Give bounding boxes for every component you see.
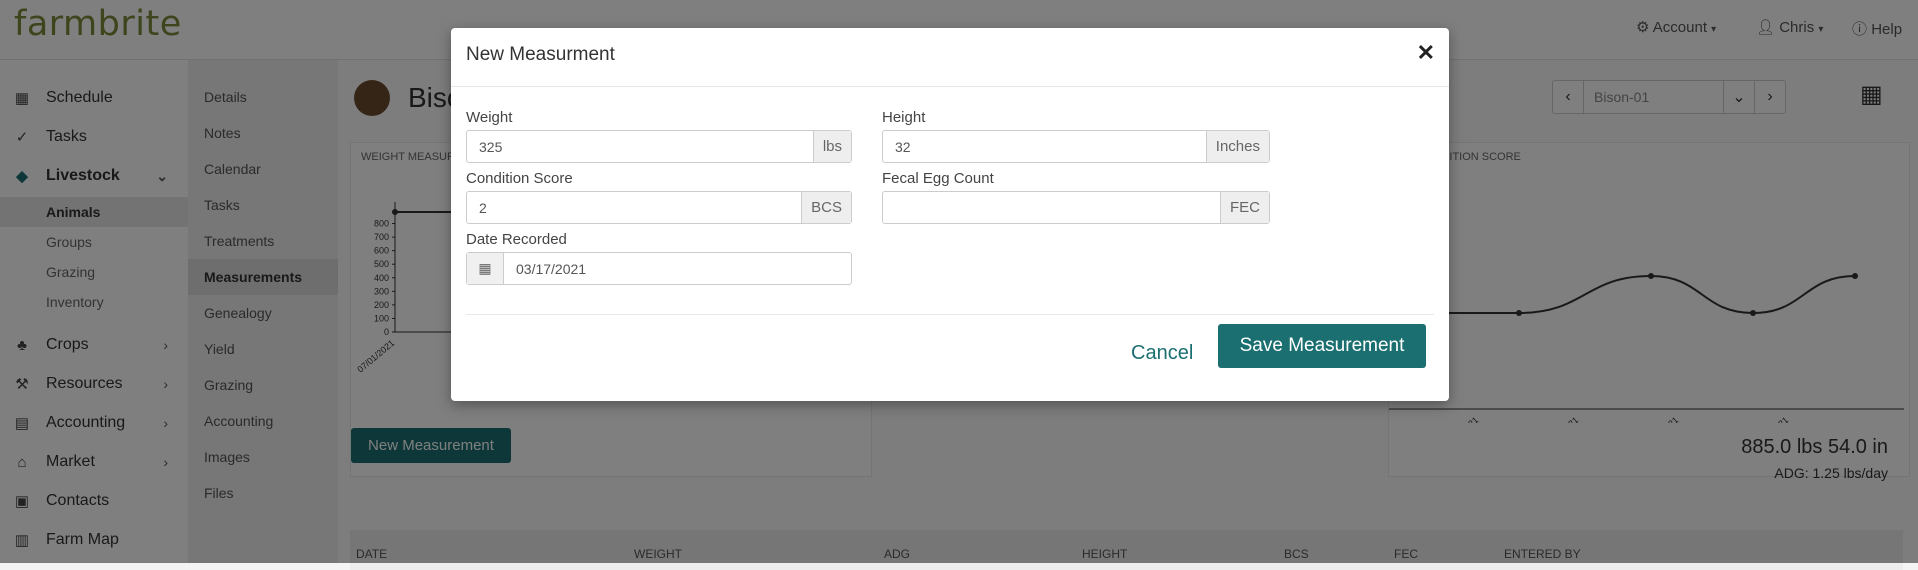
save-measurement-button[interactable]: Save Measurement	[1218, 324, 1426, 368]
weight-label: Weight	[466, 109, 513, 126]
height-input[interactable]	[883, 131, 1206, 162]
modal-divider	[451, 86, 1449, 87]
bcs-unit-addon: BCS	[801, 192, 851, 223]
condition-score-input[interactable]	[467, 192, 802, 223]
modal-title: New Measurment	[466, 44, 615, 65]
modal-footer-divider	[466, 314, 1434, 315]
close-icon[interactable]: ✕	[1417, 40, 1435, 66]
new-measurement-modal: New Measurment ✕ Weight lbs Height Inche…	[451, 28, 1449, 401]
height-input-group: Inches	[882, 130, 1270, 163]
weight-unit-addon: lbs	[812, 131, 851, 162]
fecal-egg-count-input-group: FEC	[882, 191, 1270, 224]
fec-unit-addon: FEC	[1220, 192, 1269, 223]
date-recorded-input-group: ▦	[466, 252, 852, 285]
calendar-icon[interactable]: ▦	[467, 253, 504, 284]
weight-input-group: lbs	[466, 130, 852, 163]
condition-score-input-group: BCS	[466, 191, 852, 224]
date-recorded-input[interactable]	[504, 253, 851, 284]
cancel-button[interactable]: Cancel	[1131, 332, 1193, 374]
height-label: Height	[882, 109, 926, 126]
date-recorded-label: Date Recorded	[466, 231, 567, 248]
height-unit-addon: Inches	[1205, 131, 1269, 162]
fecal-egg-count-input[interactable]	[883, 192, 1220, 223]
weight-input[interactable]	[467, 131, 813, 162]
fecal-egg-count-label: Fecal Egg Count	[882, 170, 994, 187]
condition-score-label: Condition Score	[466, 170, 573, 187]
